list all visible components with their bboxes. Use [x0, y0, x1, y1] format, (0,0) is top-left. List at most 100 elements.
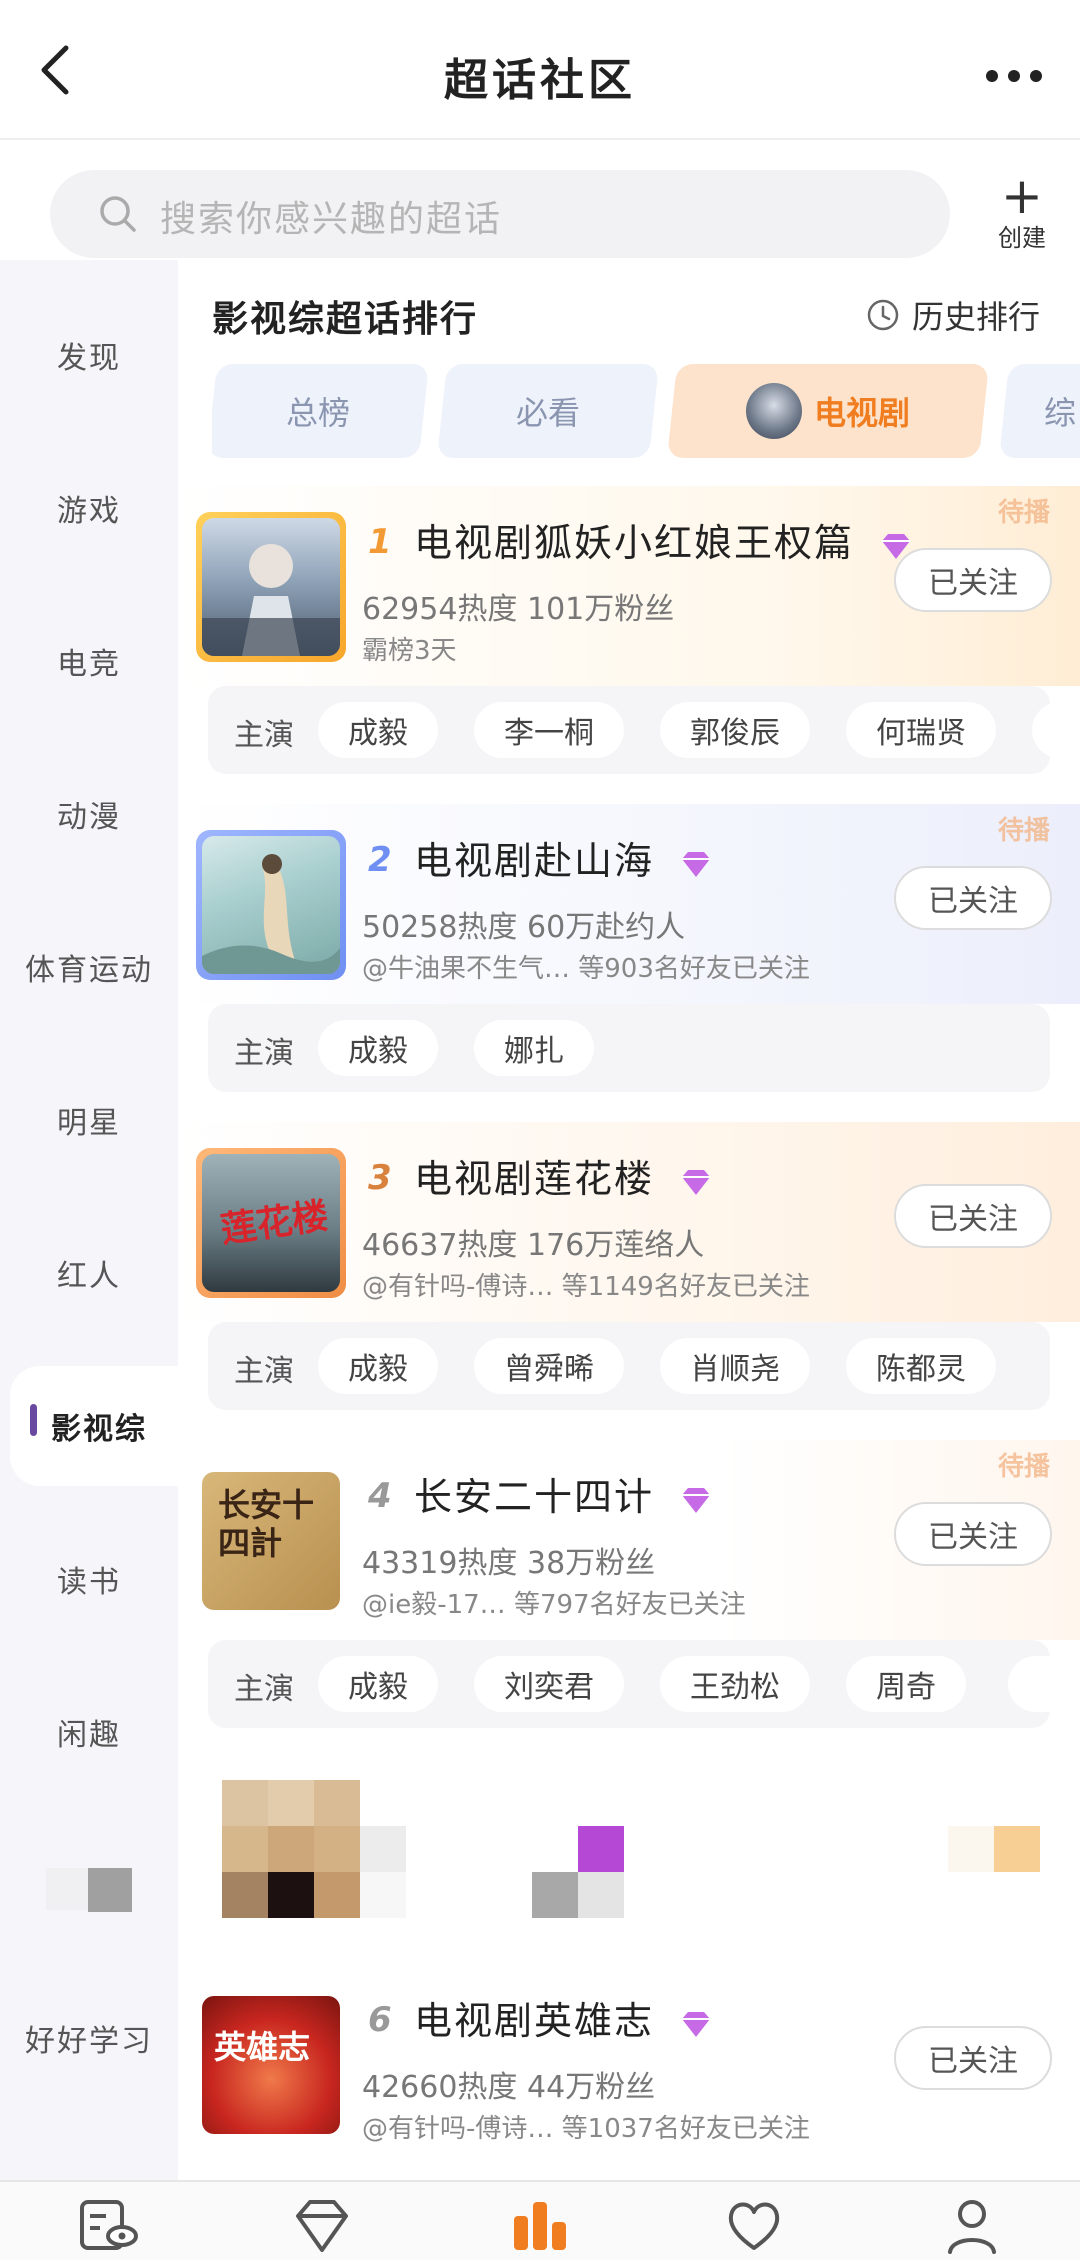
topic-name[interactable]: 电视剧英雄志 [414, 1990, 714, 2045]
follow-button[interactable]: 已关注 [894, 1184, 1052, 1248]
diamond-icon [682, 851, 711, 877]
search-input[interactable]: 搜索你感兴趣的超话 [50, 170, 950, 258]
rank-bars-icon[interactable] [508, 2194, 572, 2258]
follow-button[interactable]: 已关注 [894, 1502, 1052, 1566]
rank-number: 2 [368, 840, 392, 880]
tab-label: 综 [1044, 394, 1077, 432]
ranking-card-2[interactable]: 待播 2 电视剧赴山海 50258热度 60万赴约人 @牛油果不生气… 等903… [178, 804, 1080, 1122]
blurred-pixel [994, 1826, 1040, 1872]
sidebar-item-label: 影视综 [51, 1412, 147, 1447]
cast-chip[interactable]: 娜扎 [474, 1020, 594, 1076]
blurred-pixel [360, 1826, 406, 1872]
cast-chip[interactable]: 郭俊辰 [660, 702, 810, 758]
sidebar-item-label: 电竞 [57, 647, 121, 682]
cast-label: 主演 [234, 1672, 294, 1707]
sidebar-item-label: 读书 [57, 1565, 121, 1600]
more-options-button[interactable] [974, 46, 1054, 106]
status-badge: 待播 [997, 1452, 1050, 1482]
diamond-icon[interactable] [290, 2194, 354, 2258]
tab-overall[interactable]: 总榜 [212, 364, 429, 458]
sidebar-item-sports[interactable]: 体育运动 [0, 912, 178, 1022]
blurred-card [178, 1780, 1080, 1960]
rank-number: 1 [368, 522, 392, 562]
diamond-icon [682, 1169, 711, 1195]
follow-button[interactable]: 已关注 [894, 866, 1052, 930]
blurred-pixel [268, 1826, 314, 1872]
blurred-pixel [578, 1872, 624, 1918]
topic-name-text: 电视剧莲花楼 [414, 1157, 655, 1201]
sidebar-item-esports[interactable]: 电竞 [0, 606, 178, 716]
topic-name[interactable]: 电视剧狐妖小红娘王权篇 [414, 512, 914, 567]
sidebar-item-study[interactable]: 好好学习 [0, 1983, 178, 2093]
topic-subtext: @有针吗-傅诗… 等1149名好友已关注 [362, 1272, 810, 1302]
main-content: 影视综超话排行 历史排行 总榜 必看 电视剧 综 待播 1 电视剧狐妖小红娘王权… [178, 260, 1080, 2180]
topic-name[interactable]: 长安二十四计 [414, 1466, 714, 1521]
sidebar-item-blurred[interactable] [0, 1830, 178, 1940]
blurred-pixel [532, 1872, 578, 1918]
tab-avatar [745, 383, 802, 439]
cast-chip[interactable]: 周奇 [846, 1656, 966, 1712]
cast-chip-partial[interactable] [1008, 1656, 1050, 1712]
cast-chip[interactable]: 成毅 [318, 1656, 438, 1712]
blurred-pixel [268, 1780, 314, 1826]
tab-variety[interactable]: 综 [999, 364, 1080, 458]
cast-strip: 主演 成毅 李一桐 郭俊辰 何瑞贤 [208, 686, 1050, 774]
cast-chip[interactable]: 李一桐 [474, 702, 624, 758]
sidebar-item-games[interactable]: 游戏 [0, 453, 178, 563]
sidebar-item-influencers[interactable]: 红人 [0, 1218, 178, 1328]
blurred-pixel [314, 1826, 360, 1872]
cover-title-art: 英雄志 [214, 2028, 311, 2066]
topic-name[interactable]: 电视剧赴山海 [414, 830, 714, 885]
cast-chip[interactable]: 肖顺尧 [660, 1338, 810, 1394]
clock-icon [867, 299, 899, 331]
sidebar-item-reading[interactable]: 读书 [0, 1524, 178, 1634]
sidebar-item-label: 好好学习 [25, 2024, 153, 2059]
cover-image: 长安十四計 [202, 1472, 340, 1610]
sidebar-item-anime[interactable]: 动漫 [0, 759, 178, 869]
blurred-pixel [578, 1826, 624, 1872]
sidebar-item-film-tv[interactable]: 影视综 [10, 1366, 188, 1486]
sidebar-item-discover[interactable]: 发现 [0, 300, 178, 410]
topic-name[interactable]: 电视剧莲花楼 [414, 1148, 714, 1203]
ranking-tabs: 总榜 必看 电视剧 综 [212, 364, 1080, 458]
status-badge: 待播 [997, 816, 1050, 846]
blurred-pixel [360, 1872, 406, 1918]
topic-stats: 50258热度 60万赴约人 [362, 902, 685, 946]
heart-icon[interactable] [722, 2194, 786, 2258]
tab-must-watch[interactable]: 必看 [437, 364, 659, 458]
ranking-card-3[interactable]: 莲花楼 3 电视剧莲花楼 46637热度 176万莲络人 @有针吗-傅诗… 等1… [178, 1122, 1080, 1440]
sidebar-item-leisure[interactable]: 闲趣 [0, 1677, 178, 1787]
cast-chip[interactable]: 成毅 [318, 702, 438, 758]
history-ranking-link[interactable]: 历史排行 [866, 292, 1040, 338]
create-button[interactable]: + 创建 [992, 171, 1052, 253]
dot-icon [1008, 70, 1020, 82]
feed-eye-icon[interactable] [76, 2194, 140, 2258]
dot-icon [986, 70, 998, 82]
rank-number: 6 [368, 2000, 392, 2040]
cast-chip[interactable]: 何瑞贤 [846, 702, 996, 758]
cast-chip[interactable]: 成毅 [318, 1338, 438, 1394]
ranking-card-4[interactable]: 长安十四計 待播 4 长安二十四计 43319热度 38万粉丝 @ie毅-17…… [178, 1440, 1080, 1758]
ranking-card-6[interactable]: 英雄志 6 电视剧英雄志 42660热度 44万粉丝 @有针吗-傅诗… 等103… [178, 1964, 1080, 2174]
follow-button[interactable]: 已关注 [894, 548, 1052, 612]
cover-title-art: 长安十四計 [218, 1486, 315, 1562]
cast-chip-partial[interactable] [1032, 702, 1050, 758]
cast-strip: 主演 成毅 刘奕君 王劲松 周奇 [208, 1640, 1050, 1728]
cast-chip[interactable]: 陈都灵 [846, 1338, 996, 1394]
sidebar-item-label: 闲趣 [57, 1718, 121, 1753]
follow-button[interactable]: 已关注 [894, 2026, 1052, 2090]
cast-chip[interactable]: 成毅 [318, 1020, 438, 1076]
sidebar-item-stars[interactable]: 明星 [0, 1065, 178, 1175]
category-sidebar: 发现 游戏 电竞 动漫 体育运动 明星 红人 影视综 读书 闲趣 好好学习 [0, 260, 188, 2180]
cast-chip[interactable]: 曾舜晞 [474, 1338, 624, 1394]
cover-illustration [202, 544, 340, 656]
blurred-pixel [314, 1872, 360, 1918]
blurred-block [88, 1868, 132, 1912]
ranking-card-1[interactable]: 待播 1 电视剧狐妖小红娘王权篇 62954热度 101万粉丝 霸榜3天 已关注… [178, 486, 1080, 804]
cast-chip[interactable]: 刘奕君 [474, 1656, 624, 1712]
search-icon [100, 196, 136, 232]
tab-tv-series[interactable]: 电视剧 [667, 364, 989, 458]
cast-chip[interactable]: 王劲松 [660, 1656, 810, 1712]
profile-icon[interactable] [940, 2194, 1004, 2258]
diamond-icon [682, 2011, 711, 2037]
